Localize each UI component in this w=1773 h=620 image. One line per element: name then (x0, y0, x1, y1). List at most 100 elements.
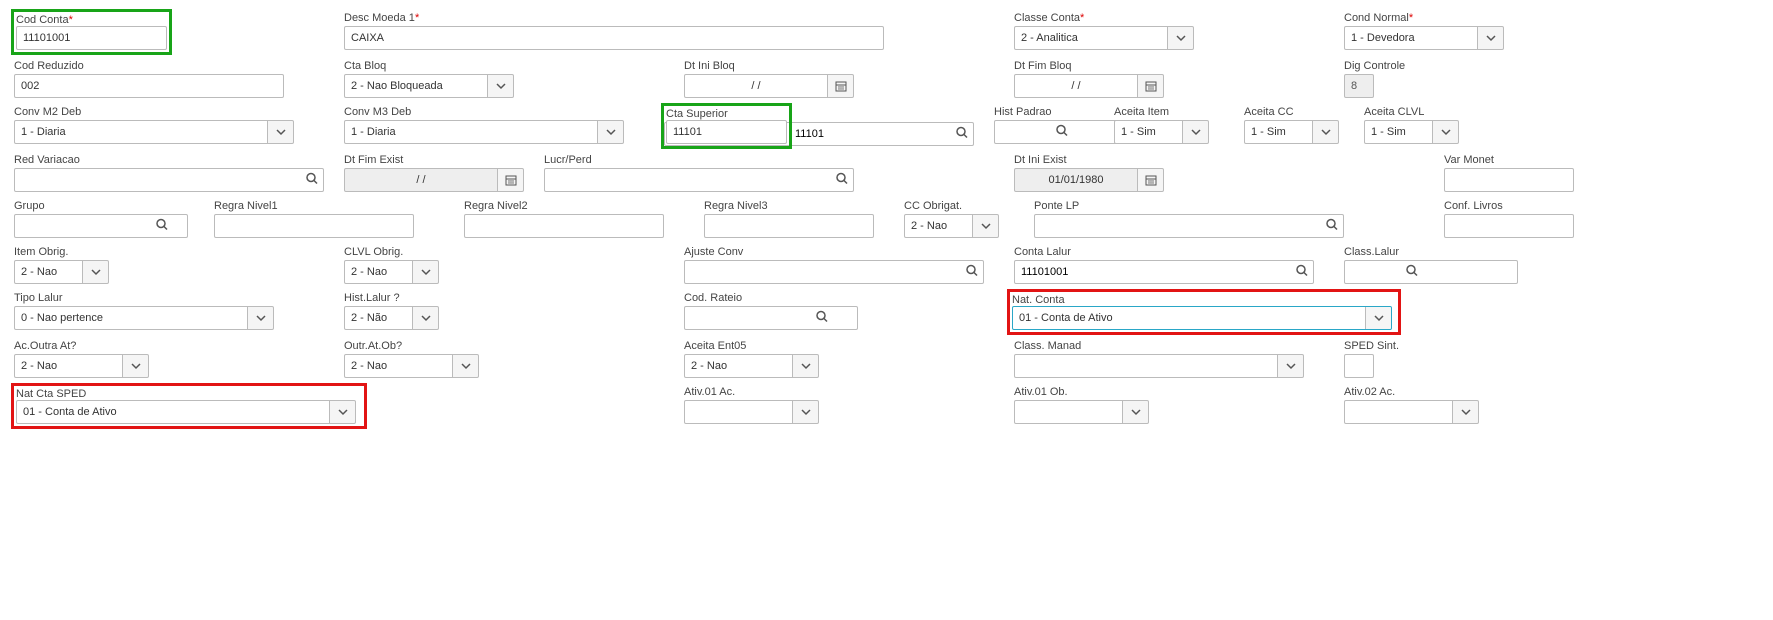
regra-nivel1-input[interactable] (214, 214, 414, 238)
clvl-obrig-label: CLVL Obrig. (344, 246, 672, 258)
sped-sint-input[interactable] (1344, 354, 1374, 378)
ponte-lp-input[interactable] (1034, 214, 1344, 238)
cod-rateio-input[interactable] (684, 306, 858, 330)
chevron-down-icon[interactable] (973, 214, 999, 238)
red-variacao-input[interactable] (14, 168, 324, 192)
search-icon[interactable] (1056, 125, 1068, 140)
chevron-down-icon[interactable] (1123, 400, 1149, 424)
item-obrig-select[interactable]: 2 - Nao (14, 260, 109, 284)
outr-at-ob-select[interactable]: 2 - Nao (344, 354, 479, 378)
chevron-down-icon[interactable] (793, 400, 819, 424)
chevron-down-icon[interactable] (83, 260, 109, 284)
chevron-down-icon[interactable] (488, 74, 514, 98)
aceita-cc-select[interactable]: 1 - Sim (1244, 120, 1339, 144)
ponte-lp-label: Ponte LP (1034, 200, 1432, 212)
nat-cta-sped-select[interactable]: 01 - Conta de Ativo (16, 400, 356, 424)
var-monet-input[interactable] (1444, 168, 1574, 192)
chevron-down-icon[interactable] (1168, 26, 1194, 50)
search-icon[interactable] (966, 265, 978, 280)
desc-moeda1-label: Desc Moeda 1* (344, 12, 1002, 24)
ativ-01-ob-select[interactable] (1014, 400, 1149, 424)
nat-conta-select[interactable]: 01 - Conta de Ativo (1012, 306, 1392, 330)
aceita-item-select[interactable]: 1 - Sim (1114, 120, 1209, 144)
calendar-icon[interactable] (498, 168, 524, 192)
desc-moeda1-input[interactable] (344, 26, 884, 50)
cod-rateio-lookup[interactable] (684, 306, 834, 330)
calendar-icon[interactable] (1138, 168, 1164, 192)
class-lalur-label: Class.Lalur (1344, 246, 1452, 258)
aceita-clvl-select[interactable]: 1 - Sim (1364, 120, 1459, 144)
conv-m2-deb-select[interactable]: 1 - Diaria (14, 120, 294, 144)
clvl-obrig-select[interactable]: 2 - Nao (344, 260, 439, 284)
ajuste-conv-input[interactable] (684, 260, 984, 284)
class-lalur-lookup[interactable] (1344, 260, 1424, 284)
cod-reduzido-input[interactable] (14, 74, 284, 98)
search-icon[interactable] (956, 127, 968, 142)
chevron-down-icon[interactable] (1453, 400, 1479, 424)
search-icon[interactable] (1296, 265, 1308, 280)
chevron-down-icon[interactable] (598, 120, 624, 144)
cc-obrigat-select[interactable]: 2 - Nao (904, 214, 999, 238)
chevron-down-icon[interactable] (413, 260, 439, 284)
classe-conta-select[interactable]: 2 - Analitica (1014, 26, 1194, 50)
calendar-icon[interactable] (1138, 74, 1164, 98)
cta-superior-input[interactable] (666, 120, 787, 144)
cond-normal-label: Cond Normal* (1344, 12, 1492, 24)
conta-lalur-input[interactable] (1014, 260, 1314, 284)
class-manad-select[interactable] (1014, 354, 1304, 378)
calendar-icon[interactable] (828, 74, 854, 98)
search-icon[interactable] (1326, 219, 1338, 234)
tipo-lalur-label: Tipo Lalur (14, 292, 332, 304)
hist-lalur-select[interactable]: 2 - Não (344, 306, 439, 330)
search-icon[interactable] (1406, 265, 1418, 280)
chevron-down-icon[interactable] (268, 120, 294, 144)
lucr-perd-lookup[interactable] (544, 168, 854, 192)
regra-nivel2-input[interactable] (464, 214, 664, 238)
cta-bloq-select[interactable]: 2 - Nao Bloqueada (344, 74, 514, 98)
chevron-down-icon[interactable] (123, 354, 149, 378)
class-manad-label: Class. Manad (1014, 340, 1332, 352)
cod-conta-input[interactable] (16, 26, 167, 50)
dt-fim-exist-date[interactable]: / / (344, 168, 524, 192)
ativ-01-ac-select[interactable] (684, 400, 819, 424)
cond-normal-select[interactable]: 1 - Devedora (1344, 26, 1504, 50)
dt-ini-exist-date[interactable]: 01/01/1980 (1014, 168, 1164, 192)
red-variacao-lookup[interactable] (14, 168, 324, 192)
chevron-down-icon[interactable] (453, 354, 479, 378)
aceita-ent05-select[interactable]: 2 - Nao (684, 354, 819, 378)
class-lalur-input[interactable] (1344, 260, 1518, 284)
conta-lalur-lookup[interactable] (1014, 260, 1314, 284)
chevron-down-icon[interactable] (413, 306, 439, 330)
chevron-down-icon[interactable] (1313, 120, 1339, 144)
tipo-lalur-select[interactable]: 0 - Nao pertence (14, 306, 274, 330)
chevron-down-icon[interactable] (793, 354, 819, 378)
chevron-down-icon[interactable] (330, 400, 356, 424)
dt-ini-bloq-date[interactable]: / / (684, 74, 854, 98)
ativ-02-ac-select[interactable] (1344, 400, 1479, 424)
ajuste-conv-lookup[interactable] (684, 260, 984, 284)
regra-nivel3-input[interactable] (704, 214, 874, 238)
chevron-down-icon[interactable] (1278, 354, 1304, 378)
hist-padrao-lookup[interactable] (994, 120, 1074, 144)
chevron-down-icon[interactable] (1365, 307, 1391, 329)
chevron-down-icon[interactable] (248, 306, 274, 330)
ac-outra-at-select[interactable]: 2 - Nao (14, 354, 149, 378)
grupo-lookup[interactable] (14, 214, 174, 238)
dig-controle-input (1344, 74, 1374, 98)
search-icon[interactable] (836, 173, 848, 188)
hist-padrao-label: Hist Padrao (994, 106, 1102, 118)
dt-fim-bloq-date[interactable]: / / (1014, 74, 1164, 98)
conv-m3-deb-select[interactable]: 1 - Diaria (344, 120, 624, 144)
conf-livros-input[interactable] (1444, 214, 1574, 238)
chevron-down-icon[interactable] (1433, 120, 1459, 144)
ponte-lp-lookup[interactable] (1034, 214, 1344, 238)
chevron-down-icon[interactable] (1478, 26, 1504, 50)
search-icon[interactable] (816, 311, 828, 326)
dt-ini-exist-label: Dt Ini Exist (1014, 154, 1432, 166)
chevron-down-icon[interactable] (1183, 120, 1209, 144)
search-icon[interactable] (306, 173, 318, 188)
search-icon[interactable] (156, 219, 168, 234)
lucr-perd-input[interactable] (544, 168, 854, 192)
aceita-cc-label: Aceita CC (1244, 106, 1352, 118)
cc-obrigat-label: CC Obrigat. (904, 200, 1022, 212)
